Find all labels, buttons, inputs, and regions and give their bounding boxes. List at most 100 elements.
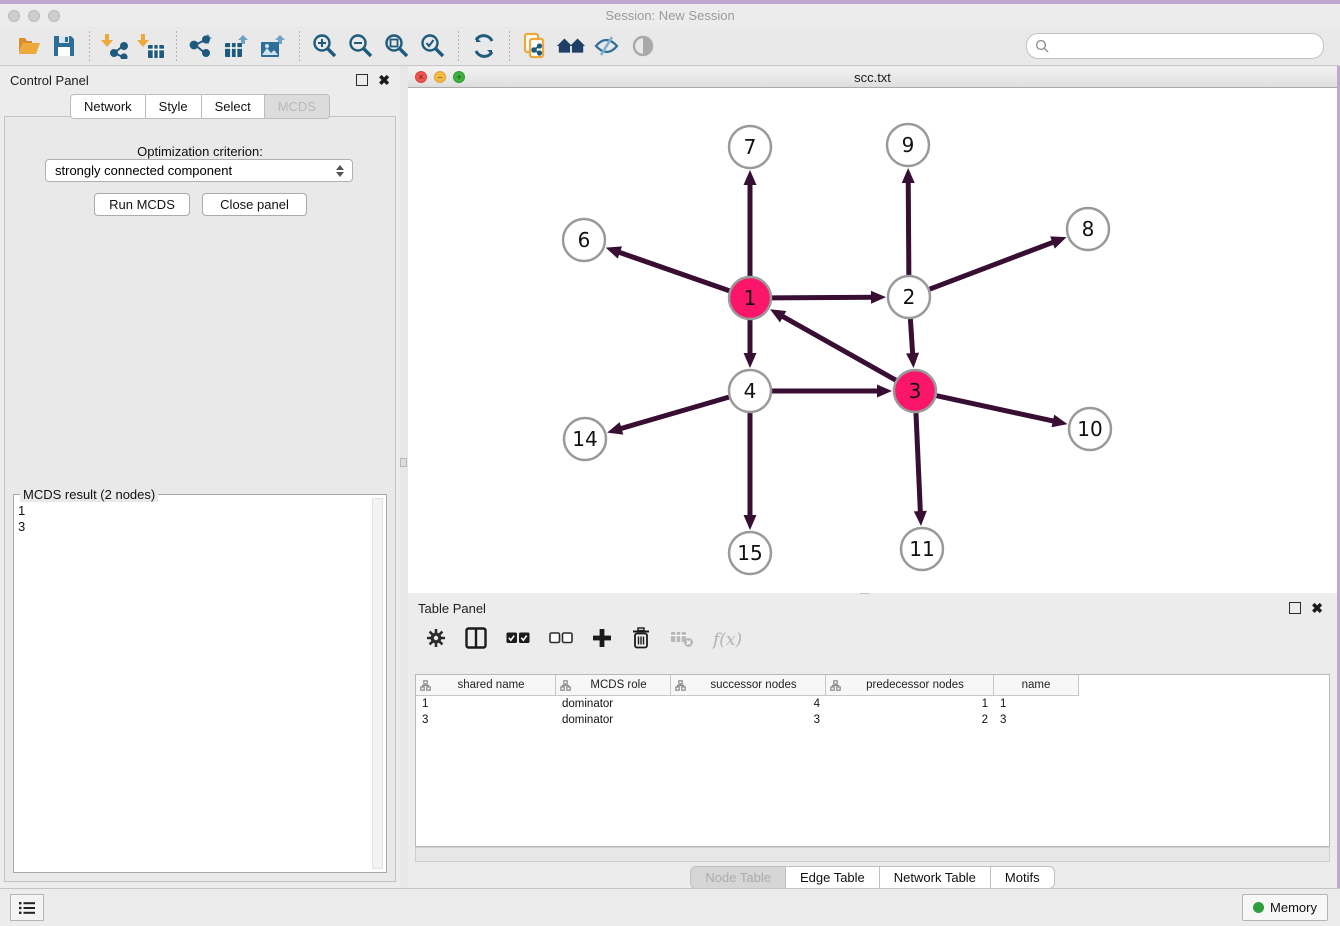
criterion-select[interactable]: strongly connected component [45, 159, 353, 182]
column-header-shared-name[interactable]: shared name [416, 675, 556, 695]
export-network-icon[interactable] [187, 32, 217, 60]
graph-node-label: 11 [909, 537, 934, 561]
optimization-criterion-label: Optimization criterion: [5, 144, 395, 159]
graph-edge[interactable] [619, 397, 729, 429]
graph-edge-arrowhead [1051, 415, 1067, 428]
cell-shared-name[interactable]: 3 [416, 714, 556, 726]
search-box[interactable] [1026, 33, 1324, 59]
deselect-all-icon[interactable] [549, 631, 573, 650]
add-column-icon[interactable] [592, 628, 612, 653]
vertical-splitter[interactable] [400, 66, 408, 888]
cell-shared-name[interactable]: 1 [416, 698, 556, 710]
result-scrollbar[interactable] [372, 498, 383, 869]
search-icon [1035, 39, 1050, 54]
tab-style[interactable]: Style [146, 94, 202, 119]
search-input[interactable] [1050, 36, 1323, 56]
zoom-in-icon[interactable] [310, 32, 340, 60]
zoom-selected-icon[interactable] [418, 32, 448, 60]
cell-name[interactable]: 3 [994, 714, 1079, 726]
column-header-predecessor-nodes[interactable]: predecessor nodes [826, 675, 994, 695]
refresh-layout-icon[interactable] [469, 32, 499, 60]
hide-selected-icon[interactable] [592, 32, 622, 60]
graph-edge[interactable] [772, 297, 874, 298]
table-horizontal-scrollbar[interactable] [415, 847, 1330, 862]
tab-node-table[interactable]: Node Table [690, 866, 786, 889]
cell-successor-nodes[interactable]: 3 [671, 714, 826, 726]
tab-select[interactable]: Select [202, 94, 265, 119]
graph-edge-arrowhead [914, 511, 927, 526]
export-image-icon[interactable] [259, 32, 289, 60]
tab-edge-table[interactable]: Edge Table [786, 866, 880, 889]
table-toolbar: f(x) [408, 621, 1337, 659]
table-row[interactable]: 1 dominator 4 1 1 [416, 696, 1329, 712]
import-table-icon[interactable] [136, 32, 166, 60]
tab-network[interactable]: Network [70, 94, 146, 119]
graph-edge[interactable] [936, 396, 1055, 422]
zoom-fit-icon[interactable] [382, 32, 412, 60]
window-title: Session: New Session [0, 8, 1340, 23]
close-panel-icon[interactable]: ✖ [1311, 603, 1323, 613]
table-tabs: Node Table Edge Table Network Table Moti… [408, 866, 1337, 889]
column-header-mcds-role[interactable]: MCDS role [556, 675, 671, 695]
splitter-grip[interactable] [400, 458, 407, 467]
close-panel-button[interactable]: Close panel [202, 193, 307, 216]
graph-node-label: 14 [572, 427, 597, 451]
float-panel-icon[interactable] [356, 74, 368, 86]
delete-table-icon [670, 628, 694, 653]
graph-edge[interactable] [910, 319, 912, 356]
close-panel-icon[interactable]: ✖ [378, 75, 390, 85]
main-toolbar [0, 27, 1340, 66]
cell-predecessor-nodes[interactable]: 1 [826, 698, 994, 710]
tab-motifs[interactable]: Motifs [991, 866, 1055, 889]
open-file-icon[interactable] [13, 32, 43, 60]
clone-network-icon[interactable] [520, 32, 550, 60]
run-mcds-button[interactable]: Run MCDS [94, 193, 190, 216]
task-history-button[interactable] [10, 894, 44, 921]
graph-edge[interactable] [617, 252, 729, 291]
cell-predecessor-nodes[interactable]: 2 [826, 714, 994, 726]
table-panel: Table Panel ✖ f(x) shared [408, 595, 1337, 886]
memory-button[interactable]: Memory [1242, 894, 1328, 921]
zoom-out-icon[interactable] [346, 32, 376, 60]
node-table: shared name MCDS role successor nodes pr… [415, 674, 1330, 847]
graph-edge-arrowhead [877, 385, 892, 398]
graph-edge[interactable] [916, 413, 920, 514]
graph-edge[interactable] [908, 180, 909, 275]
table-row[interactable]: 3 dominator 3 2 3 [416, 712, 1329, 728]
tab-mcds[interactable]: MCDS [265, 94, 330, 119]
cell-successor-nodes[interactable]: 4 [671, 698, 826, 710]
control-panel-tabs: Network Style Select MCDS [0, 94, 400, 119]
show-selected-icon[interactable] [628, 32, 658, 60]
column-header-successor-nodes[interactable]: successor nodes [671, 675, 826, 695]
cell-mcds-role[interactable]: dominator [556, 714, 671, 726]
graph-edge-arrowhead [606, 246, 622, 258]
graph-edge[interactable] [930, 241, 1056, 289]
column-header-name[interactable]: name [994, 675, 1079, 695]
select-all-icon[interactable] [506, 631, 530, 650]
graph-canvas[interactable]: 7968124314101511 [408, 88, 1337, 593]
import-network-icon[interactable] [100, 32, 130, 60]
graph-edge-arrowhead [607, 422, 623, 434]
graph-edge-arrowhead [744, 353, 757, 368]
select-chevrons-icon [336, 165, 344, 177]
settings-gear-icon[interactable] [426, 628, 446, 653]
graph-edge[interactable] [780, 315, 895, 380]
status-bar: Memory [0, 888, 1340, 926]
home-icon[interactable] [556, 32, 586, 60]
graph-node-label: 6 [578, 228, 591, 252]
float-panel-icon[interactable] [1289, 602, 1301, 614]
column-view-icon[interactable] [465, 627, 487, 654]
graph-node-label: 8 [1082, 217, 1095, 241]
export-table-icon[interactable] [223, 32, 253, 60]
toolbar-separator [458, 31, 459, 61]
delete-column-icon[interactable] [631, 627, 651, 654]
save-session-icon[interactable] [49, 32, 79, 60]
attribute-icon [420, 680, 431, 691]
mcds-result-text: 1 3 [18, 503, 372, 868]
mcds-result-box: MCDS result (2 nodes) 1 3 [13, 494, 387, 873]
control-panel: Control Panel ✖ Network Style Select MCD… [0, 66, 400, 888]
graph-node-label: 7 [744, 135, 757, 159]
cell-mcds-role[interactable]: dominator [556, 698, 671, 710]
tab-network-table[interactable]: Network Table [880, 866, 991, 889]
cell-name[interactable]: 1 [994, 698, 1079, 710]
